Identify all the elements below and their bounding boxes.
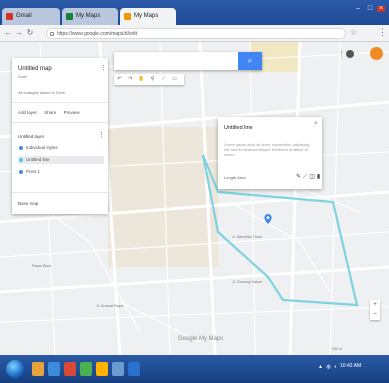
add-layer-button[interactable]: Add layer — [18, 110, 37, 115]
marker-icon[interactable]: ⚲ — [147, 74, 158, 85]
bookmark-star-icon[interactable]: ☆ — [350, 28, 357, 37]
feature-info-card: Untitled line × Lorem ipsum dolor sit am… — [218, 117, 322, 189]
undo-icon[interactable]: ↶ — [114, 74, 125, 85]
url-input[interactable]: https://www.google.com/maps/d/edit — [46, 28, 346, 39]
search-icon: ⌕ — [247, 56, 253, 65]
taskbar-app-icon[interactable] — [96, 362, 108, 376]
map-label: Jl. Gunung Sahari — [232, 280, 263, 284]
maps-icon — [124, 13, 131, 20]
map-label: Jl. Kramat Raya — [96, 304, 124, 308]
map-label: Jl. Merdeka Timur — [232, 235, 263, 239]
avatar[interactable] — [370, 47, 383, 60]
feature-description[interactable]: Lorem ipsum dolor sit amet, consectetur … — [224, 143, 314, 158]
browser-menu-icon[interactable]: ⋮ — [378, 27, 387, 38]
base-map-toggle[interactable]: Base map — [18, 201, 38, 206]
layer-item-point[interactable]: Point 1 — [18, 168, 104, 176]
google-logo: Google My Maps — [178, 336, 224, 342]
start-button[interactable] — [6, 360, 24, 378]
back-icon[interactable]: ← — [3, 28, 13, 38]
zoom-out-button[interactable]: − — [370, 310, 380, 320]
feature-tools: ✎⟋◫▮ — [296, 173, 322, 181]
taskbar-app-icon[interactable] — [32, 362, 44, 376]
gmail-icon — [6, 13, 13, 20]
layer-style-row[interactable]: Individual styles — [18, 144, 104, 152]
row-label: Untitled line — [26, 157, 50, 162]
layer-item-line[interactable]: Untitled line — [18, 156, 104, 164]
notifications-icon[interactable] — [346, 50, 354, 58]
redo-icon[interactable]: ↷ — [125, 74, 136, 85]
browser-tab-mymaps[interactable]: My Maps — [62, 8, 118, 25]
taskbar-app-icon[interactable] — [112, 362, 124, 376]
taskbar-app-icon[interactable] — [48, 362, 60, 376]
close-icon[interactable]: × — [314, 121, 318, 127]
ruler-icon[interactable]: ▭ — [169, 74, 180, 85]
map-label: Pasar Baru — [32, 264, 51, 268]
maps-icon — [66, 13, 73, 20]
line-icon — [19, 158, 23, 162]
reload-icon[interactable]: ↻ — [25, 28, 35, 38]
browser-tab-gmail[interactable]: Gmail — [2, 8, 60, 25]
preview-button[interactable]: Preview — [64, 110, 80, 115]
maximize-icon[interactable]: □ — [366, 5, 374, 12]
row-label: Individual styles — [26, 145, 58, 150]
layer-options-icon[interactable]: ⋮ — [98, 131, 105, 139]
style-icon[interactable]: ✎ — [296, 174, 303, 180]
panel-actions: Add layer Share Preview — [18, 110, 86, 115]
close-icon[interactable]: × — [377, 5, 385, 12]
divider — [12, 122, 108, 123]
zoom-in-button[interactable]: + — [370, 300, 380, 310]
feature-measurements: Length Area — [224, 175, 246, 180]
layer-title[interactable]: Untitled layer — [18, 134, 44, 139]
map-save-status: All changes saved in Drive — [18, 90, 66, 95]
browser-tab-bar: Gmail My Maps My Maps – □ × — [0, 0, 389, 25]
minimize-icon[interactable]: – — [354, 5, 362, 12]
tab-label: Gmail — [16, 13, 32, 19]
style-icon — [19, 146, 23, 150]
divider — [12, 192, 108, 193]
map-side-panel: Untitled map ⋮ Draft All changes saved i… — [12, 58, 108, 214]
tab-label: My Maps — [76, 13, 101, 19]
screen: Gmail My Maps My Maps – □ × ← → ↻ https:… — [0, 0, 389, 383]
map-pin-icon[interactable] — [264, 214, 272, 224]
lock-icon — [50, 32, 54, 36]
map-scale: 200 m — [332, 347, 342, 351]
system-clock[interactable]: 10:42 AM — [340, 363, 361, 369]
hand-icon[interactable]: ✋ — [136, 74, 147, 85]
map-title[interactable]: Untitled map — [18, 66, 52, 72]
more-options-icon[interactable]: ⋮ — [100, 64, 107, 72]
forward-icon[interactable]: → — [14, 28, 24, 38]
windows-taskbar: ▲ ◍ ◐ 10:42 AM — [0, 355, 389, 383]
browser-tab-active[interactable]: My Maps — [120, 8, 176, 25]
feature-title[interactable]: Untitled line — [224, 125, 253, 131]
url-text: https://www.google.com/maps/d/edit — [57, 31, 138, 37]
delete-icon[interactable]: ▮ — [317, 174, 322, 180]
share-button[interactable]: Share — [44, 110, 56, 115]
taskbar-app-icon[interactable] — [80, 362, 92, 376]
row-label: Point 1 — [26, 169, 41, 174]
zoom-control[interactable]: + − — [370, 300, 380, 320]
taskbar-app-icon[interactable] — [64, 362, 76, 376]
search-button[interactable]: ⌕ — [238, 52, 262, 70]
taskbar-app-icon[interactable] — [128, 362, 140, 376]
divider — [12, 102, 108, 103]
map-toolbar: ↶ ↷ ✋ ⚲ ⟋ ▭ — [114, 74, 184, 85]
address-bar: ← → ↻ https://www.google.com/maps/d/edit… — [0, 25, 389, 42]
line-icon[interactable]: ⟋ — [158, 74, 169, 85]
system-tray-icons[interactable]: ▲ ◍ ◐ — [318, 364, 338, 370]
tab-label: My Maps — [134, 13, 159, 19]
map-subtitle: Draft — [18, 74, 27, 79]
photo-icon[interactable]: ◫ — [309, 174, 317, 180]
marker-icon — [19, 170, 23, 174]
